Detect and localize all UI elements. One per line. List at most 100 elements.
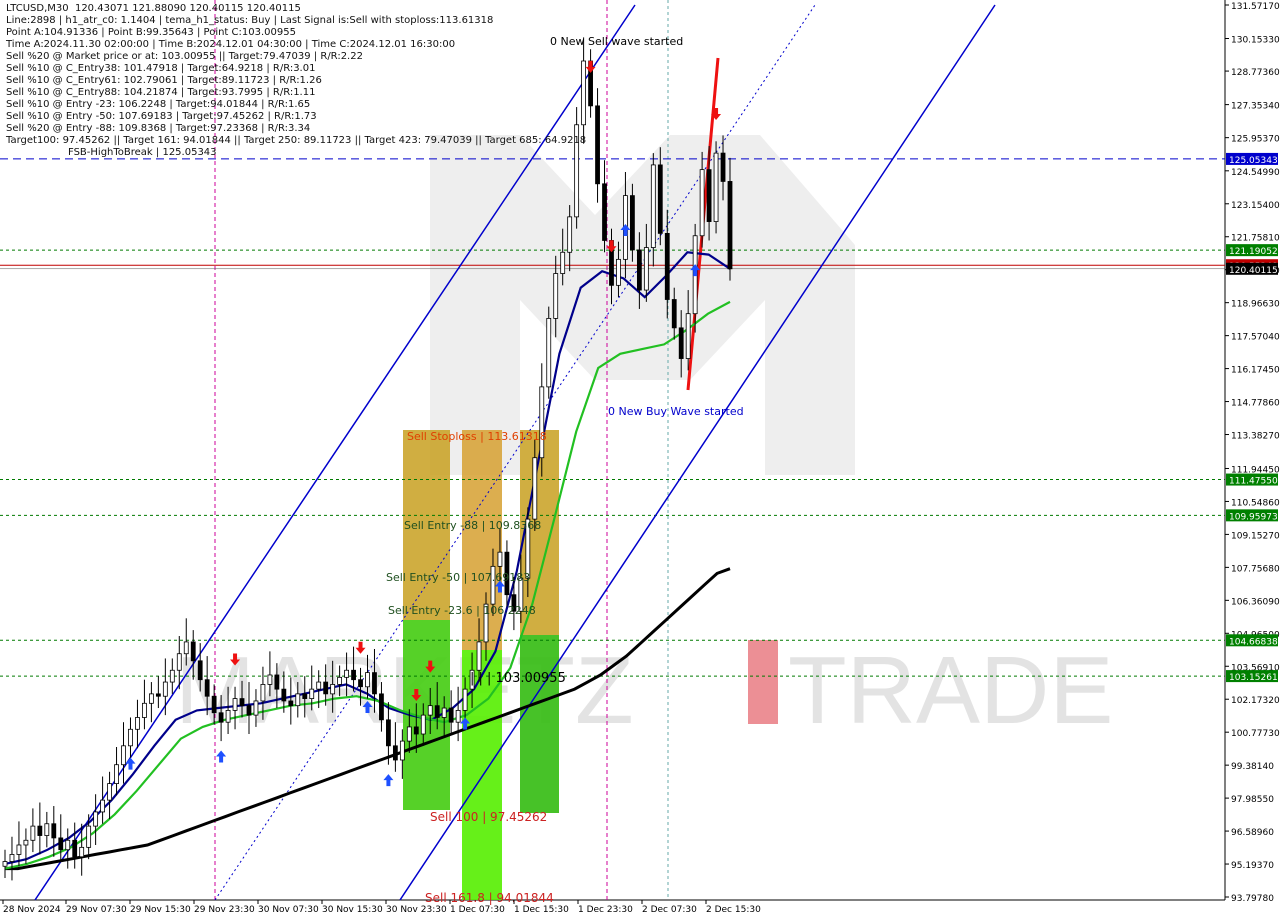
level-price-label: 103.15261 bbox=[1229, 673, 1278, 683]
indicator-info-panel: LTCUSD,M30 120.43071 121.88090 120.40115… bbox=[6, 3, 586, 159]
candle-body bbox=[225, 709, 231, 723]
candle-body bbox=[30, 825, 36, 841]
sell-entry-88-label: Sell Entry -88 | 109.8368 bbox=[404, 519, 541, 532]
info-line-sell-c38: Sell %10 @ C_Entry38: 101.47918 | Target… bbox=[6, 63, 316, 74]
y-tick-label: 114.77860 bbox=[1231, 399, 1280, 409]
y-tick-label: 100.77730 bbox=[1231, 729, 1280, 739]
candle-body bbox=[497, 551, 503, 567]
candle-body bbox=[595, 105, 600, 185]
y-tick-label: 107.75680 bbox=[1231, 564, 1280, 574]
candle-body bbox=[727, 181, 733, 270]
y-tick-label: 123.15400 bbox=[1231, 201, 1280, 211]
candle-body bbox=[406, 726, 412, 742]
point-c-label: | | | 103.00955 bbox=[470, 671, 566, 686]
watermark-text-right: TRADE bbox=[788, 637, 1113, 744]
candle-body bbox=[602, 183, 607, 241]
candle-body bbox=[420, 714, 426, 735]
candle-body bbox=[100, 799, 105, 813]
sell-arrow-icon bbox=[585, 60, 596, 73]
candle-body bbox=[309, 688, 315, 699]
watermark-logo-icon bbox=[430, 135, 855, 475]
candle-body bbox=[553, 273, 559, 319]
candle-body bbox=[358, 679, 363, 688]
candle-body bbox=[176, 653, 182, 671]
y-tick-label: 110.54860 bbox=[1231, 498, 1280, 508]
level-price-label: 104.66838 bbox=[1229, 637, 1278, 647]
candle-body bbox=[86, 825, 92, 848]
y-tick-label: 109.15270 bbox=[1231, 531, 1280, 541]
candle-body bbox=[476, 641, 482, 671]
candle-body bbox=[462, 688, 468, 711]
x-tick-label: 29 Nov 23:30 bbox=[194, 905, 255, 915]
sell-entry-23-label: Sell Entry -23.6 | 106.2248 bbox=[388, 604, 536, 617]
candle-body bbox=[386, 719, 391, 747]
info-line-sell-e88: Sell %20 @ Entry -88: 109.8368 | Target:… bbox=[6, 123, 311, 134]
candle-body bbox=[79, 846, 85, 858]
level-price-label: 125.05343 bbox=[1229, 156, 1278, 166]
candle-body bbox=[72, 839, 78, 858]
y-tick-label: 113.38270 bbox=[1231, 432, 1280, 442]
candle-body bbox=[23, 839, 29, 846]
x-tick-label: 28 Nov 2024 bbox=[3, 905, 61, 915]
candle-body bbox=[532, 457, 538, 520]
candle-body bbox=[365, 672, 370, 688]
candle-body bbox=[616, 258, 621, 286]
y-tick-label: 121.75810 bbox=[1231, 234, 1280, 244]
candle-body bbox=[107, 783, 112, 801]
candle-body bbox=[58, 837, 64, 851]
candle-body bbox=[295, 693, 301, 707]
info-line-status: Line:2898 | h1_atr_c0: 1.1404 | tema_h1_… bbox=[6, 15, 494, 26]
candle-body bbox=[197, 660, 203, 681]
candle-body bbox=[253, 700, 259, 716]
y-tick-label: 131.57170 bbox=[1231, 2, 1280, 12]
candle-body bbox=[211, 695, 217, 714]
info-line-points: Point A:104.91336 | Point B:99.35643 | P… bbox=[6, 27, 296, 38]
x-tick-label: 29 Nov 15:30 bbox=[130, 905, 191, 915]
sell-stoploss-label: Sell Stoploss | 113.61318 bbox=[407, 430, 547, 443]
level-price-label: 109.95973 bbox=[1229, 512, 1278, 522]
candle-body bbox=[441, 707, 447, 718]
candle-body bbox=[657, 164, 663, 234]
y-tick-label: 117.57040 bbox=[1231, 333, 1280, 343]
candle-body bbox=[448, 707, 454, 723]
candle-body bbox=[114, 764, 119, 784]
y-tick-label: 99.38140 bbox=[1231, 762, 1274, 772]
candle-body bbox=[183, 641, 189, 655]
candle-body bbox=[567, 216, 573, 253]
y-tick-label: 116.17450 bbox=[1231, 366, 1280, 376]
candle-body bbox=[288, 700, 294, 707]
candle-body bbox=[155, 693, 161, 697]
candle-body bbox=[713, 152, 719, 222]
candle-body bbox=[455, 709, 461, 723]
y-tick-label: 96.58960 bbox=[1231, 828, 1274, 838]
candle-body bbox=[399, 740, 405, 761]
candle-body bbox=[239, 698, 245, 707]
level-price-label: 120.40115 bbox=[1229, 266, 1278, 276]
candle-body bbox=[685, 313, 691, 359]
candle-body bbox=[135, 717, 140, 730]
info-line-sell-c61: Sell %10 @ C_Entry61: 102.79061 | Target… bbox=[6, 75, 322, 86]
y-tick-label: 127.35340 bbox=[1231, 102, 1280, 112]
watermark-accent-bar bbox=[748, 640, 778, 724]
candle-body bbox=[636, 249, 642, 291]
buy-arrow-icon bbox=[216, 750, 227, 763]
y-tick-label: 93.79780 bbox=[1231, 894, 1274, 904]
info-line-sell-market: Sell %20 @ Market price or at: 103.00955… bbox=[6, 51, 363, 62]
y-tick-label: 95.19370 bbox=[1231, 861, 1274, 871]
y-tick-label: 118.96630 bbox=[1231, 300, 1280, 310]
candle-body bbox=[246, 705, 252, 716]
buy-arrow-icon bbox=[383, 774, 394, 787]
candle-body bbox=[274, 674, 280, 690]
candle-body bbox=[169, 669, 175, 683]
x-tick-label: 29 Nov 07:30 bbox=[66, 905, 127, 915]
candle-body bbox=[9, 854, 15, 862]
candle-body bbox=[650, 164, 656, 248]
candle-body bbox=[560, 251, 566, 274]
candle-body bbox=[323, 681, 329, 695]
y-tick-label: 130.15330 bbox=[1231, 35, 1280, 45]
x-tick-label: 2 Dec 15:30 bbox=[706, 905, 761, 915]
x-tick-label: 2 Dec 07:30 bbox=[642, 905, 697, 915]
sell-entry-50-label: Sell Entry -50 | 107.69183 bbox=[386, 571, 530, 584]
y-tick-label: 125.95370 bbox=[1231, 135, 1280, 145]
candle-body bbox=[720, 152, 726, 182]
